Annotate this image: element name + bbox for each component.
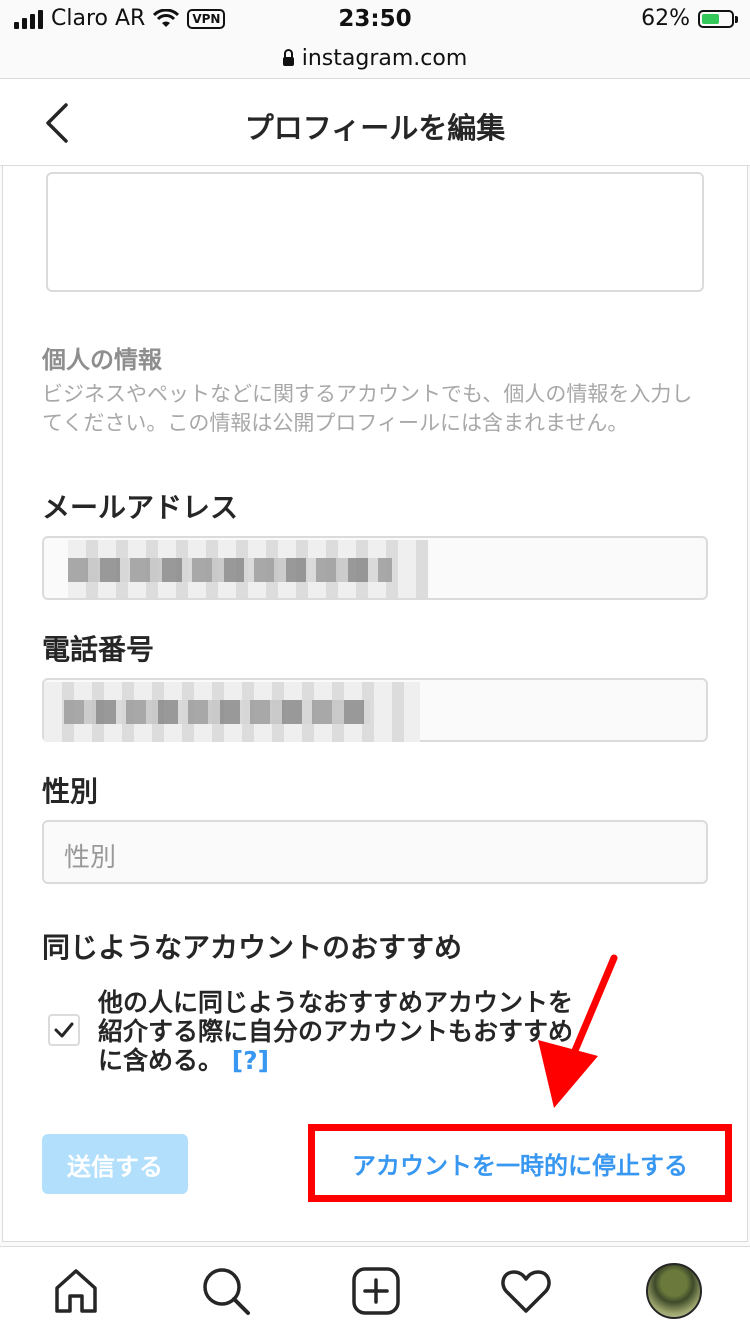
- email-label: メールアドレス: [42, 491, 239, 524]
- battery-icon: [698, 9, 738, 28]
- search-icon: [203, 1268, 250, 1315]
- recommendations-text: 他の人に同じようなおすすめアカウントを紹介する際に自分のアカウントもおすすめに含…: [98, 988, 578, 1075]
- new-post-icon: [352, 1267, 400, 1315]
- submit-button[interactable]: 送信する: [42, 1134, 188, 1194]
- page-header: プロフィールを編集: [0, 78, 750, 166]
- url-text: instagram.com: [301, 45, 468, 71]
- nav-profile[interactable]: [646, 1263, 702, 1319]
- bio-textarea[interactable]: [46, 172, 704, 292]
- checkmark-icon: [54, 1022, 74, 1038]
- nav-home[interactable]: [48, 1263, 104, 1319]
- personal-info-description: ビジネスやペットなどに関するアカウントでも、個人の情報を入力してください。この情…: [42, 382, 693, 435]
- home-icon: [55, 1269, 97, 1313]
- status-bar: Claro AR VPN 23:50 62%: [0, 0, 750, 40]
- phone-label: 電話番号: [42, 633, 155, 666]
- recommendations-title: 同じようなアカウントのおすすめ: [42, 931, 463, 964]
- personal-info-heading: 個人の情報: [42, 346, 162, 374]
- gender-placeholder: 性別: [64, 843, 117, 873]
- status-time: 23:50: [338, 6, 412, 32]
- status-right: 62%: [641, 6, 738, 31]
- gender-field[interactable]: 性別: [42, 820, 708, 884]
- nav-new-post[interactable]: [348, 1263, 404, 1319]
- nav-activity[interactable]: [498, 1263, 554, 1319]
- help-link[interactable]: [?]: [232, 1046, 269, 1075]
- email-field[interactable]: [42, 536, 708, 600]
- bottom-nav: [0, 1246, 750, 1334]
- nav-search[interactable]: [198, 1263, 254, 1319]
- phone-field[interactable]: [42, 678, 708, 742]
- deactivate-account-link[interactable]: アカウントを一時的に停止する: [315, 1131, 725, 1195]
- lock-icon: [282, 48, 294, 66]
- recommendations-checkbox-label: 他の人に同じようなおすすめアカウントを紹介する際に自分のアカウントもおすすめに含…: [98, 988, 574, 1075]
- address-bar[interactable]: instagram.com: [0, 38, 750, 78]
- recommendations-checkbox[interactable]: [48, 1014, 80, 1046]
- gender-label: 性別: [42, 775, 99, 808]
- battery-percent: 62%: [641, 6, 690, 31]
- red-arrow-annotation: [538, 954, 618, 1108]
- page-title: プロフィールを編集: [244, 111, 506, 145]
- highlight-box-annotation: アカウントを一時的に停止する: [308, 1124, 732, 1202]
- profile-avatar: [646, 1263, 702, 1319]
- activity-heart-icon: [501, 1270, 551, 1313]
